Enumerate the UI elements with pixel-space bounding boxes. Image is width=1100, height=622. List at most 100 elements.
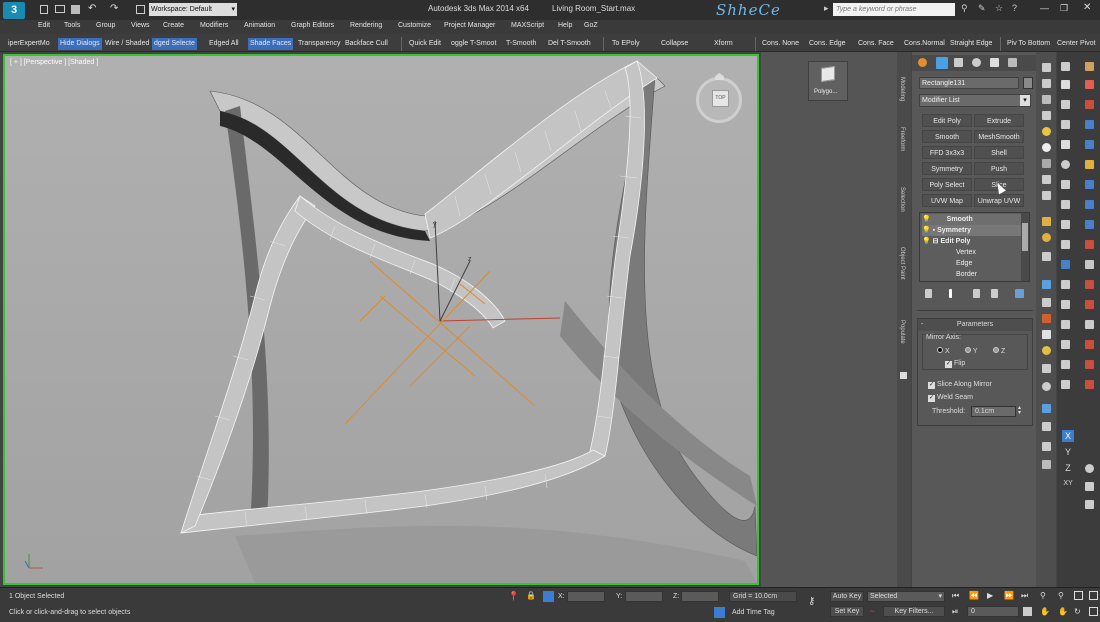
- undo-view-icon[interactable]: [1061, 62, 1070, 71]
- stack-scrollbar[interactable]: [1021, 213, 1029, 281]
- perspective-viewport[interactable]: y z [ + ] [Perspective ] [Shaded ] TOP: [3, 54, 759, 585]
- tb-backface-cull[interactable]: Backface Cull: [343, 38, 390, 50]
- target-icon[interactable]: [1042, 382, 1051, 391]
- selection-lock-icon[interactable]: 🔒: [526, 591, 536, 600]
- time-config-icon[interactable]: [1023, 607, 1032, 616]
- tb-edged-all[interactable]: Edged All: [207, 38, 241, 50]
- smooth-button[interactable]: Smooth: [922, 130, 972, 143]
- modify-icon[interactable]: [936, 57, 948, 69]
- graph-icon[interactable]: [1042, 364, 1051, 373]
- print-icon[interactable]: [1085, 280, 1094, 289]
- configure-sets-icon[interactable]: [1015, 289, 1024, 298]
- radio-x[interactable]: X: [937, 347, 950, 355]
- snap-icon[interactable]: [1042, 422, 1051, 431]
- menu-edit[interactable]: Edit: [38, 22, 50, 29]
- menu-tools[interactable]: Tools: [64, 22, 80, 29]
- align-tool-icon[interactable]: [1061, 380, 1070, 389]
- expand-icon[interactable]: ▪: [933, 227, 935, 234]
- radio-z[interactable]: Z: [993, 347, 1005, 355]
- menu-help[interactable]: Help: [558, 22, 572, 29]
- align-icon[interactable]: [1042, 442, 1051, 451]
- angle-snap-icon[interactable]: [1061, 280, 1070, 289]
- fill-icon[interactable]: [1042, 314, 1051, 323]
- menu-maxscript[interactable]: MAXScript: [511, 22, 544, 29]
- zoom-extents-all-icon[interactable]: [1089, 591, 1098, 600]
- current-frame-field[interactable]: 0: [967, 606, 1019, 617]
- render-b-icon[interactable]: [1085, 180, 1094, 189]
- menu-project-manager[interactable]: Project Manager: [444, 22, 495, 29]
- save-icon[interactable]: [71, 5, 80, 14]
- environment-icon[interactable]: [1085, 200, 1094, 209]
- menu-goz[interactable]: GoZ: [584, 22, 598, 29]
- motion-icon[interactable]: [972, 58, 981, 67]
- video-post-icon[interactable]: [1085, 380, 1094, 389]
- remove-modifier-icon[interactable]: [991, 289, 998, 298]
- key-filters-button[interactable]: Key Filters...: [883, 606, 945, 617]
- play-icon[interactable]: ▶: [987, 591, 993, 600]
- stack-item-edit-poly[interactable]: 💡 ⊟ Edit Poly: [922, 236, 970, 247]
- undo-icon[interactable]: ↶: [88, 3, 96, 14]
- maximize-viewport-icon[interactable]: [1089, 607, 1098, 616]
- tb-center-pivot[interactable]: Center Pivot: [1055, 38, 1098, 50]
- radio-y[interactable]: Y: [965, 347, 978, 355]
- material-browser-icon[interactable]: [1085, 340, 1094, 349]
- tb-transparency[interactable]: Transparency: [296, 38, 343, 50]
- stack-item-border[interactable]: Border: [956, 269, 977, 280]
- polygon-modeling-button[interactable]: Polygo...: [808, 61, 848, 101]
- object-color-swatch[interactable]: [1023, 77, 1033, 89]
- quick-render-icon[interactable]: [1085, 160, 1094, 169]
- redo-icon[interactable]: ↷: [110, 3, 118, 14]
- key-mode-icon[interactable]: ~: [870, 607, 875, 616]
- bulb-icon[interactable]: 💡: [922, 227, 931, 234]
- create-icon[interactable]: [918, 58, 927, 67]
- app-logo[interactable]: 3: [3, 2, 25, 19]
- tb-tsmooth[interactable]: T-Smooth: [504, 38, 538, 50]
- next-frame-icon[interactable]: ⏩: [1004, 591, 1014, 600]
- camera-icon[interactable]: [1042, 159, 1051, 168]
- tb-cons-normal[interactable]: Cons.Normal: [902, 38, 947, 50]
- expand-icon[interactable]: ⊟: [933, 238, 939, 245]
- reference-icon[interactable]: [1061, 200, 1070, 209]
- palette-icon[interactable]: [1085, 62, 1094, 71]
- add-time-tag[interactable]: Add Time Tag: [732, 609, 775, 616]
- collapse-icon[interactable]: [900, 372, 907, 379]
- workspace-dropdown[interactable]: Workspace: Default ▾: [149, 3, 237, 16]
- zoom-all-icon[interactable]: ⚲: [1058, 591, 1064, 600]
- spinner-snap-icon[interactable]: [1061, 320, 1070, 329]
- pin-stack-icon[interactable]: [925, 289, 932, 298]
- zoom-icon[interactable]: ⚲: [1040, 591, 1046, 600]
- tb-straight-edge[interactable]: Straight Edge: [948, 38, 994, 50]
- meshsmooth-button[interactable]: MeshSmooth: [974, 130, 1024, 143]
- pan-icon[interactable]: [1085, 482, 1094, 491]
- axis-x-button[interactable]: X: [1062, 430, 1074, 442]
- scene-states-icon[interactable]: [1085, 240, 1094, 249]
- object-name-field[interactable]: Rectangle131: [919, 77, 1019, 89]
- render-setup-icon[interactable]: [1085, 120, 1094, 129]
- field-of-view-icon[interactable]: [1085, 500, 1094, 509]
- material-editor-icon[interactable]: [1085, 100, 1094, 109]
- viewcube-face[interactable]: TOP: [712, 90, 729, 107]
- help-icon[interactable]: ?: [1012, 3, 1017, 13]
- bulb-icon[interactable]: 💡: [922, 216, 931, 223]
- weld-seam-checkbox[interactable]: ✓ Weld Seam: [928, 394, 973, 402]
- rotate-icon[interactable]: [1061, 160, 1070, 169]
- key-icon[interactable]: ⚷: [808, 596, 815, 607]
- orbit-icon[interactable]: [1085, 464, 1094, 473]
- percent-snap-icon[interactable]: [1061, 300, 1070, 309]
- curve-icon[interactable]: [1042, 460, 1051, 469]
- tb-toggle-tsmooth[interactable]: oggle T-Smoot: [449, 38, 498, 50]
- hold-icon[interactable]: [136, 5, 145, 14]
- search-input[interactable]: Type a keyword or phrase: [833, 3, 955, 16]
- axis-y-button[interactable]: Y: [1062, 446, 1074, 458]
- tb-to-epoly[interactable]: To EPoly: [610, 38, 642, 50]
- go-to-start-icon[interactable]: ⏮: [952, 591, 959, 601]
- walkthrough-icon[interactable]: ✋: [1058, 607, 1068, 616]
- threshold-spinner[interactable]: 0.1cm: [971, 406, 1016, 417]
- close-icon[interactable]: ✕: [1083, 2, 1091, 13]
- menu-create[interactable]: Create: [163, 22, 184, 29]
- material-icon[interactable]: [1042, 111, 1051, 120]
- exposure-icon[interactable]: [1085, 320, 1094, 329]
- display-floater-icon[interactable]: [1042, 63, 1051, 72]
- pivot-icon[interactable]: [1061, 220, 1070, 229]
- display-icon[interactable]: [990, 58, 999, 67]
